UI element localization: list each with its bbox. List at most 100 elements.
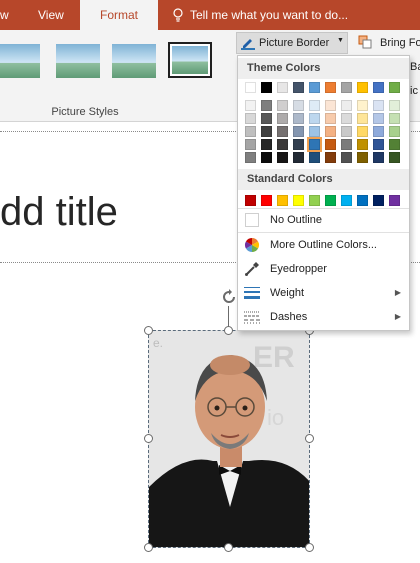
theme-color-swatch[interactable] (277, 152, 288, 163)
picture-style-thumb-1[interactable] (0, 44, 40, 78)
selection-pane-partial[interactable]: ic (410, 85, 418, 97)
theme-color-swatch[interactable] (293, 82, 304, 93)
theme-color-swatch[interactable] (373, 82, 384, 93)
theme-color-swatch[interactable] (389, 113, 400, 124)
theme-color-swatch[interactable] (309, 113, 320, 124)
theme-color-swatch[interactable] (341, 152, 352, 163)
theme-color-swatch[interactable] (261, 126, 272, 137)
theme-color-swatch[interactable] (341, 100, 352, 111)
theme-color-swatch[interactable] (357, 82, 368, 93)
resize-handle-bottom-left[interactable] (144, 543, 153, 552)
tab-view[interactable]: View (38, 0, 68, 30)
eyedropper-item[interactable]: Eyedropper (238, 257, 409, 281)
resize-handle-top-left[interactable] (144, 326, 153, 335)
more-outline-colors-item[interactable]: More Outline Colors... (238, 233, 409, 257)
theme-color-swatch[interactable] (245, 126, 256, 137)
standard-color-swatch[interactable] (357, 195, 368, 206)
theme-color-swatch[interactable] (389, 82, 400, 93)
theme-color-swatch[interactable] (357, 113, 368, 124)
theme-color-swatch[interactable] (373, 100, 384, 111)
theme-color-swatch[interactable] (357, 139, 368, 150)
theme-color-swatch[interactable] (389, 152, 400, 163)
more-outline-colors-label: More Outline Colors... (270, 239, 377, 251)
resize-handle-left[interactable] (144, 434, 153, 443)
theme-color-swatch[interactable] (357, 126, 368, 137)
tab-format[interactable]: Format (80, 0, 158, 30)
theme-color-swatch[interactable] (309, 126, 320, 137)
standard-color-swatch[interactable] (245, 195, 256, 206)
theme-color-swatch[interactable] (277, 126, 288, 137)
theme-color-swatch[interactable] (341, 82, 352, 93)
theme-color-swatch[interactable] (277, 113, 288, 124)
standard-color-swatch[interactable] (277, 195, 288, 206)
theme-color-swatch[interactable] (261, 152, 272, 163)
theme-color-swatch[interactable] (293, 139, 304, 150)
theme-color-swatch[interactable] (325, 113, 336, 124)
theme-color-swatch[interactable] (341, 113, 352, 124)
theme-color-swatch[interactable] (293, 126, 304, 137)
theme-color-swatch[interactable] (309, 152, 320, 163)
standard-color-swatch[interactable] (325, 195, 336, 206)
theme-color-swatch[interactable] (325, 126, 336, 137)
resize-handle-bottom[interactable] (224, 543, 233, 552)
standard-color-swatch[interactable] (293, 195, 304, 206)
theme-color-swatch[interactable] (373, 152, 384, 163)
theme-color-swatch[interactable] (245, 139, 256, 150)
standard-color-swatch[interactable] (341, 195, 352, 206)
no-outline-item[interactable]: No Outline (238, 208, 409, 232)
theme-color-swatch[interactable] (245, 152, 256, 163)
standard-color-swatch[interactable] (309, 195, 320, 206)
weight-item[interactable]: Weight ▶ (238, 281, 409, 305)
theme-color-swatch[interactable] (389, 126, 400, 137)
theme-color-swatch[interactable] (245, 100, 256, 111)
standard-color-swatch[interactable] (261, 195, 272, 206)
theme-color-swatch[interactable] (373, 126, 384, 137)
theme-color-swatch[interactable] (261, 139, 272, 150)
standard-color-swatch[interactable] (389, 195, 400, 206)
theme-color-swatch[interactable] (357, 100, 368, 111)
picture-style-thumb-2[interactable] (56, 44, 100, 78)
resize-handle-top[interactable] (224, 326, 233, 335)
picture-border-button[interactable]: Picture Border ▼ (236, 32, 348, 54)
theme-color-swatch[interactable] (261, 113, 272, 124)
theme-color-swatch[interactable] (293, 113, 304, 124)
theme-color-swatch[interactable] (277, 139, 288, 150)
theme-color-swatch[interactable] (325, 100, 336, 111)
theme-color-swatch[interactable] (245, 82, 256, 93)
bring-forward-button[interactable]: Bring Fo (380, 37, 420, 49)
theme-color-swatch[interactable] (309, 82, 320, 93)
theme-color-swatch[interactable] (325, 152, 336, 163)
theme-color-swatch[interactable] (325, 82, 336, 93)
theme-color-swatch[interactable] (245, 113, 256, 124)
theme-color-swatch[interactable] (261, 100, 272, 111)
picture-style-thumb-selected[interactable] (168, 42, 212, 78)
theme-color-swatch[interactable] (357, 152, 368, 163)
slide-title-placeholder[interactable]: dd title (0, 190, 118, 235)
resize-handle-right[interactable] (305, 434, 314, 443)
theme-color-swatch[interactable] (277, 100, 288, 111)
send-backward-partial[interactable]: Ba (410, 61, 420, 73)
theme-color-swatch[interactable] (277, 82, 288, 93)
theme-color-swatch[interactable] (341, 139, 352, 150)
theme-color-swatch[interactable] (389, 100, 400, 111)
theme-color-swatch[interactable] (341, 126, 352, 137)
resize-handle-bottom-right[interactable] (305, 543, 314, 552)
dashes-item[interactable]: Dashes ▶ (238, 305, 409, 329)
standard-color-swatch[interactable] (373, 195, 384, 206)
theme-color-swatch-selected[interactable] (307, 137, 322, 152)
theme-color-swatch[interactable] (293, 100, 304, 111)
picture-style-thumb-3[interactable] (112, 44, 156, 78)
theme-color-swatch[interactable] (293, 152, 304, 163)
theme-color-swatch[interactable] (373, 113, 384, 124)
selected-picture[interactable]: ER io e. (148, 330, 310, 548)
tab-slideshow[interactable]: w (0, 0, 12, 30)
picture-border-label: Picture Border (259, 37, 330, 49)
theme-color-swatch[interactable] (309, 100, 320, 111)
no-outline-swatch (245, 213, 259, 227)
theme-color-swatch[interactable] (389, 139, 400, 150)
theme-color-swatch[interactable] (261, 82, 272, 93)
theme-color-swatch[interactable] (325, 139, 336, 150)
rotate-handle-icon[interactable] (220, 288, 238, 306)
theme-color-swatch[interactable] (373, 139, 384, 150)
tell-me-search[interactable]: Tell me what you want to do... (190, 0, 370, 30)
